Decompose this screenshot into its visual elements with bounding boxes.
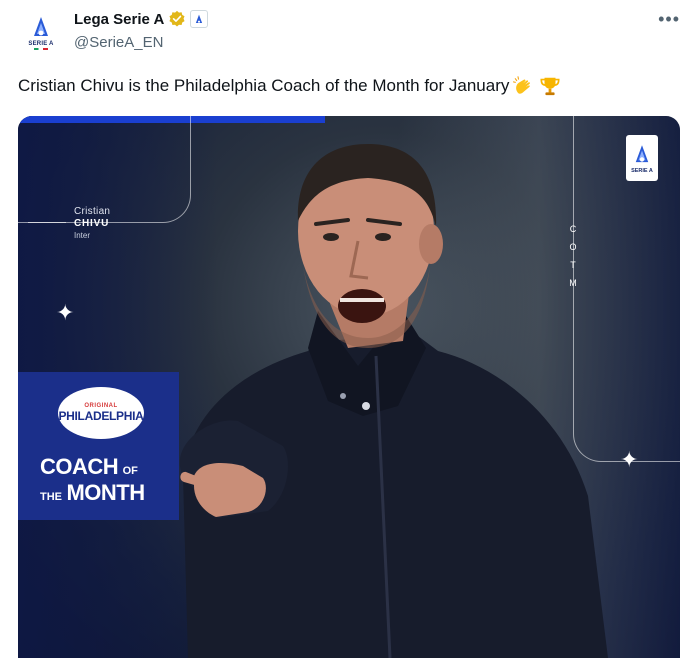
award-word-of: OF [122,465,138,477]
vertical-tag-letter: T [570,260,576,270]
philadelphia-logo: ORIGINAL PHILADELPHIA [58,387,144,439]
tweet-text-row: Cristian Chivu is the Philadelphia Coach… [18,75,561,97]
serie-a-logo-text: SERIE A [631,167,653,174]
trophy-emoji-icon [540,77,560,96]
clapping-hands-emoji-icon [513,76,531,94]
serie-a-affiliate-icon [196,14,203,23]
more-options-icon[interactable]: ••• [658,10,680,28]
avatar-label: SERIE A [28,41,54,47]
italian-flag-stripe [34,48,48,50]
coach-last-name: CHIVU [74,218,110,229]
sparkle-icon: ✦ [620,447,639,472]
verified-badge-icon[interactable] [168,10,186,28]
vertical-tag-letter: O [569,242,577,252]
vertical-tag: C O T M [566,220,580,292]
award-word-month: MONTH [66,480,145,505]
coach-of-the-month-panel: ORIGINAL PHILADELPHIA COACH OF THE MONTH [18,372,179,520]
affiliate-badge[interactable] [190,10,209,28]
vertical-tag-letter: C [569,224,577,234]
serie-a-logo: SERIE A [626,135,658,181]
vertical-tag-letter: M [569,278,577,288]
brand-name-text: PHILADELPHIA [58,409,144,423]
tweet-text: Cristian Chivu is the Philadelphia Coach… [18,76,510,95]
award-title: COACH OF THE MONTH [40,456,145,508]
serie-a-logo-icon [635,144,649,162]
coach-name-block: Cristian CHIVU Inter [74,206,110,242]
author-name-row: Lega Serie A [74,10,209,28]
author-avatar[interactable]: SERIE A [18,10,64,56]
coach-first-name: Cristian [74,206,111,217]
tweet-media-image[interactable]: Cristian CHIVU Inter ✦ ✦ C O T M SERIE A… [18,116,680,658]
sparkle-icon: ✦ [56,300,75,325]
coach-team: Inter [74,231,91,240]
serie-a-logo-icon [34,17,48,36]
author-display-name[interactable]: Lega Serie A [74,11,164,28]
coach-name-line [28,222,66,223]
award-word-coach: COACH [40,454,119,479]
author-handle[interactable]: @SerieA_EN [74,34,163,51]
award-word-the: THE [40,491,62,503]
